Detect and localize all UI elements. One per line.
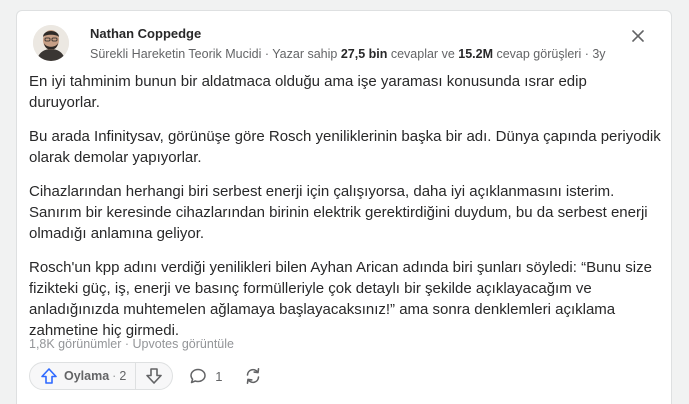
answers-suffix: cevaplar ve xyxy=(387,47,459,61)
arrow-down-outline-icon xyxy=(146,368,163,384)
views-suffix: cevap görüşleri xyxy=(493,47,582,61)
answer-stats: 1,8K görünümler · Upvotes görüntüle xyxy=(29,337,234,351)
action-bar: Oylama · 2 1 xyxy=(29,361,263,391)
answer-header: Nathan Coppedge Sürekli Hareketin Teorik… xyxy=(33,25,657,65)
answer-paragraph: En iyi tahminim bunun bir aldatmaca oldu… xyxy=(29,73,587,111)
upvote-label: Oylama xyxy=(64,369,110,383)
author-avatar[interactable] xyxy=(33,25,69,61)
stats-prefix: Yazar sahip xyxy=(272,47,341,61)
answer-age[interactable]: 3y xyxy=(592,47,605,61)
comment-button[interactable]: 1 xyxy=(189,367,223,385)
answer-views-count: 15.2M xyxy=(458,47,493,61)
view-count: 1,8K görünümler xyxy=(29,337,122,351)
author-name[interactable]: Nathan Coppedge xyxy=(90,26,201,41)
share-button[interactable] xyxy=(243,366,263,386)
arrow-up-outline-icon xyxy=(41,368,57,384)
separator: · xyxy=(121,337,133,351)
answers-count: 27,5 bin xyxy=(340,47,388,61)
separator: · xyxy=(261,47,273,61)
answer-paragraph: Cihazlarından herhangi biri serbest ener… xyxy=(29,183,648,242)
downvote-button[interactable] xyxy=(136,363,172,389)
author-credential[interactable]: Sürekli Hareketin Teorik Mucidi xyxy=(90,47,261,61)
answer-card: Nathan Coppedge Sürekli Hareketin Teorik… xyxy=(16,10,672,404)
upvote-count: 2 xyxy=(119,369,127,383)
answer-paragraph: Rosch'un kpp adını verdiği yenilikleri b… xyxy=(29,259,652,339)
close-icon xyxy=(632,30,644,42)
comment-count: 1 xyxy=(215,368,223,384)
author-credential-line: Sürekli Hareketin Teorik Mucidi · Yazar … xyxy=(90,47,606,61)
separator: · xyxy=(581,47,593,61)
vote-group: Oylama · 2 xyxy=(29,362,174,390)
close-button[interactable] xyxy=(627,25,649,47)
speech-bubble-icon xyxy=(190,368,207,384)
refresh-arrows-icon xyxy=(246,368,259,384)
answer-paragraph: Bu arada Infinitysav, görünüşe göre Rosc… xyxy=(29,128,661,166)
separator-dot: · xyxy=(112,369,117,383)
view-upvotes-link[interactable]: Upvotes görüntüle xyxy=(133,337,234,351)
answer-body: En iyi tahminim bunun bir aldatmaca oldu… xyxy=(29,71,661,354)
upvote-button[interactable]: Oylama · 2 xyxy=(30,363,135,389)
